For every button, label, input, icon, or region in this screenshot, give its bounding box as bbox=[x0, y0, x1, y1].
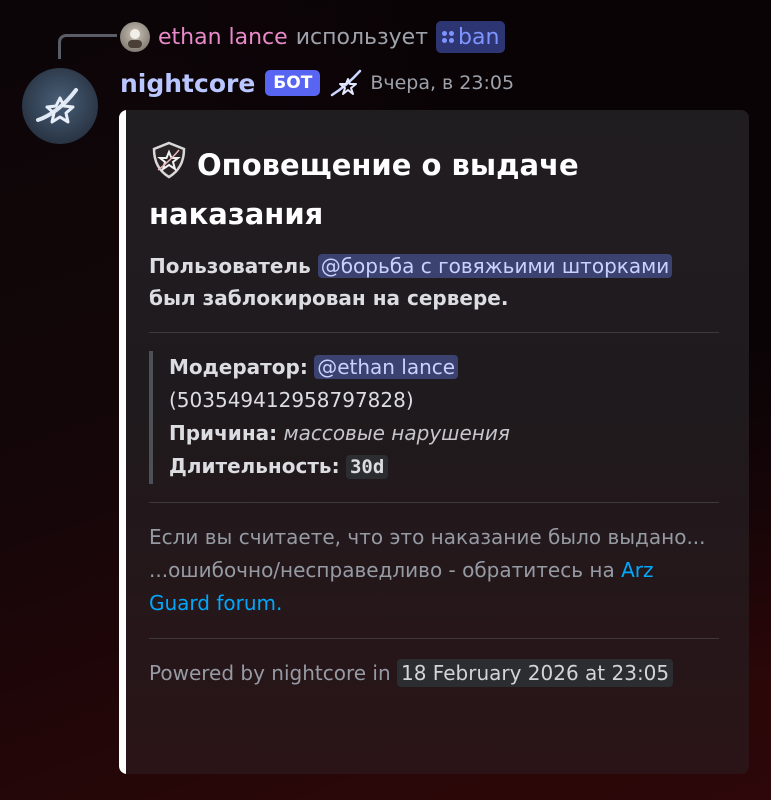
shield-icon bbox=[149, 140, 189, 192]
note-period: . bbox=[276, 591, 283, 615]
reply-connector bbox=[58, 34, 117, 59]
moderator-id: (503549412958797828) bbox=[169, 388, 414, 412]
bot-avatar[interactable] bbox=[22, 68, 98, 144]
divider bbox=[149, 502, 719, 503]
moderator-label: Модератор: bbox=[169, 355, 308, 379]
user-mention[interactable]: @борьба с говяжьими шторками bbox=[317, 254, 673, 278]
shooting-star-icon bbox=[36, 88, 78, 124]
reply-action-text: использует bbox=[295, 24, 429, 50]
footer-text: Powered by nightcore in bbox=[149, 661, 391, 685]
embed-accent-bar bbox=[119, 110, 126, 774]
command-pill[interactable]: ban bbox=[436, 21, 506, 53]
shooting-star-icon bbox=[331, 69, 362, 97]
embed-title-text: Оповещение о выдаче наказания bbox=[149, 148, 579, 231]
embed-footer: Powered by nightcore in 18 February 2026… bbox=[149, 657, 719, 689]
reply-user-name[interactable]: ethan lance bbox=[158, 25, 288, 50]
desc-prefix: Пользователь bbox=[149, 254, 311, 278]
embed-title: Оповещение о выдаче наказания bbox=[149, 140, 719, 236]
reason-label: Причина: bbox=[169, 421, 278, 445]
reason-value: массовые нарушения bbox=[283, 421, 510, 445]
message-header: nightcore БОТ Вчера, в 23:05 bbox=[120, 64, 514, 102]
note-line-2-prefix: ...ошибочно/несправедливо - обратитесь н… bbox=[149, 558, 615, 582]
duration-label: Длительность: bbox=[169, 454, 340, 478]
message-timestamp[interactable]: Вчера, в 23:05 bbox=[370, 72, 514, 94]
embed-card: Оповещение о выдаче наказания Пользовате… bbox=[119, 110, 749, 774]
duration-value: 30d bbox=[345, 455, 389, 479]
reply-avatar[interactable] bbox=[120, 22, 150, 52]
author-name[interactable]: nightcore bbox=[120, 69, 255, 98]
desc-suffix: был заблокирован на сервере. bbox=[149, 286, 509, 310]
punishment-details: Модератор: @ethan lance (503549412958797… bbox=[149, 351, 719, 484]
reply-context[interactable]: ethan lance использует ban bbox=[120, 20, 506, 54]
footer-timestamp[interactable]: 18 February 2026 at 23:05 bbox=[397, 659, 674, 687]
note-line-1: Если вы считаете, что это наказание было… bbox=[149, 525, 706, 549]
divider bbox=[149, 332, 719, 333]
appeal-note: Если вы считаете, что это наказание было… bbox=[149, 521, 719, 620]
divider bbox=[149, 638, 719, 639]
command-name: ban bbox=[458, 24, 500, 50]
bot-badge: БОТ bbox=[265, 70, 321, 96]
embed-description: Пользователь @борьба с говяжьими шторкам… bbox=[149, 250, 719, 314]
slash-command-icon bbox=[442, 31, 455, 43]
moderator-mention[interactable]: @ethan lance bbox=[314, 355, 459, 379]
